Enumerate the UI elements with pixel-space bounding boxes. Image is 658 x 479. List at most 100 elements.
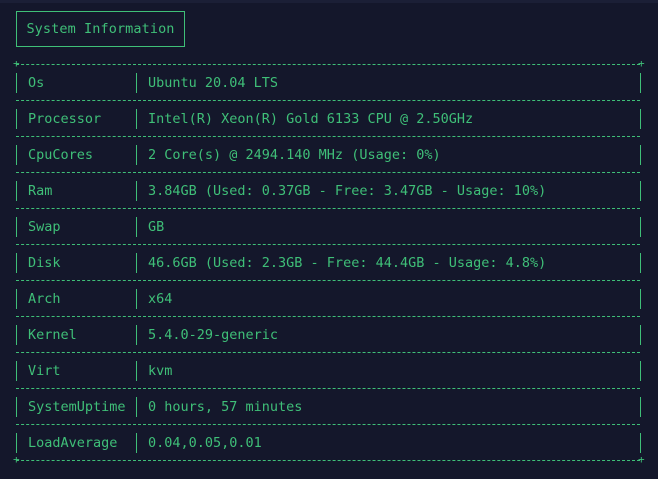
column-divider xyxy=(136,109,137,129)
top-strip xyxy=(0,0,658,3)
dash-line xyxy=(16,208,136,209)
dash-line xyxy=(16,388,136,389)
table-separator xyxy=(0,276,658,286)
table-row-arch: Arch x64 xyxy=(0,286,658,312)
column-divider xyxy=(640,397,641,417)
column-divider xyxy=(16,109,17,129)
table-row-virt: Virt kvm xyxy=(0,358,658,384)
row-label: Swap xyxy=(28,219,61,235)
table-separator xyxy=(0,348,658,358)
table-separator xyxy=(0,312,658,322)
row-label: Os xyxy=(28,75,45,91)
column-divider xyxy=(136,217,137,237)
row-value: Intel(R) Xeon(R) Gold 6133 CPU @ 2.50GHz xyxy=(148,111,474,127)
dash-line xyxy=(16,100,136,101)
row-value: 5.4.0-29-generic xyxy=(148,327,279,343)
row-label: SystemUptime xyxy=(28,399,126,415)
table-separator: + + xyxy=(0,57,658,70)
row-value: 2 Core(s) @ 2494.140 MHz (Usage: 0%) xyxy=(148,147,441,163)
row-value: Ubuntu 20.04 LTS xyxy=(148,75,279,91)
dash-line xyxy=(138,244,640,245)
dash-line xyxy=(16,280,136,281)
corner-plus: + xyxy=(638,453,645,466)
column-divider xyxy=(640,181,641,201)
column-divider xyxy=(640,253,641,273)
column-divider xyxy=(136,433,137,453)
column-divider xyxy=(136,361,137,381)
row-value: 46.6GB (Used: 2.3GB - Free: 44.4GB - Usa… xyxy=(148,255,547,271)
system-information-title: System Information xyxy=(16,11,185,47)
table-row-ram: Ram 3.84GB (Used: 0.37GB - Free: 3.47GB … xyxy=(0,178,658,204)
row-label: Disk xyxy=(28,255,61,271)
row-value: 0 hours, 57 minutes xyxy=(148,399,303,415)
row-label: CpuCores xyxy=(28,147,94,163)
row-label: Arch xyxy=(28,291,61,307)
table-separator: + + xyxy=(0,453,658,466)
table-separator xyxy=(0,168,658,178)
column-divider xyxy=(640,325,641,345)
dash-line xyxy=(16,64,136,65)
column-divider xyxy=(136,397,137,417)
dash-line xyxy=(16,316,136,317)
table-row-cpucores: CpuCores 2 Core(s) @ 2494.140 MHz (Usage… xyxy=(0,142,658,168)
dash-line xyxy=(138,352,640,353)
table-separator xyxy=(0,132,658,142)
row-value: kvm xyxy=(148,363,173,379)
table-separator xyxy=(0,240,658,250)
dash-line xyxy=(16,136,136,137)
row-label: Virt xyxy=(28,363,61,379)
system-info-table: + + Os Ubuntu 20.04 LTS Processor Intel(… xyxy=(0,57,658,466)
dash-line xyxy=(138,100,640,101)
column-divider xyxy=(16,181,17,201)
table-row-kernel: Kernel 5.4.0-29-generic xyxy=(0,322,658,348)
column-divider xyxy=(16,325,17,345)
column-divider xyxy=(640,217,641,237)
row-label: Kernel xyxy=(28,327,77,343)
row-label: LoadAverage xyxy=(28,435,118,451)
column-divider xyxy=(136,289,137,309)
dash-line xyxy=(138,172,640,173)
dash-line xyxy=(138,424,640,425)
title-label: System Information xyxy=(26,21,175,37)
dash-line xyxy=(138,136,640,137)
table-row-loadaverage: LoadAverage 0.04,0.05,0.01 xyxy=(0,430,658,456)
table-separator xyxy=(0,384,658,394)
column-divider xyxy=(16,73,17,93)
column-divider xyxy=(136,181,137,201)
column-divider xyxy=(136,145,137,165)
table-row-os: Os Ubuntu 20.04 LTS xyxy=(0,70,658,96)
dash-line xyxy=(138,460,640,461)
column-divider xyxy=(640,433,641,453)
column-divider xyxy=(136,73,137,93)
column-divider xyxy=(16,145,17,165)
table-row-processor: Processor Intel(R) Xeon(R) Gold 6133 CPU… xyxy=(0,106,658,132)
table-separator xyxy=(0,204,658,214)
table-row-disk: Disk 46.6GB (Used: 2.3GB - Free: 44.4GB … xyxy=(0,250,658,276)
row-label: Processor xyxy=(28,111,102,127)
column-divider xyxy=(16,217,17,237)
dash-line xyxy=(138,316,640,317)
dash-line xyxy=(138,208,640,209)
column-divider xyxy=(640,361,641,381)
dash-line xyxy=(138,64,640,65)
table-separator xyxy=(0,420,658,430)
row-value: 3.84GB (Used: 0.37GB - Free: 3.47GB - Us… xyxy=(148,183,547,199)
column-divider xyxy=(640,73,641,93)
row-value: GB xyxy=(148,219,165,235)
column-divider xyxy=(136,325,137,345)
dash-line xyxy=(138,280,640,281)
column-divider xyxy=(16,433,17,453)
dash-line xyxy=(16,460,136,461)
column-divider xyxy=(16,397,17,417)
dash-line xyxy=(16,172,136,173)
dash-line xyxy=(16,352,136,353)
row-value: 0.04,0.05,0.01 xyxy=(148,435,262,451)
dash-line xyxy=(138,388,640,389)
column-divider xyxy=(136,253,137,273)
table-row-swap: Swap GB xyxy=(0,214,658,240)
column-divider xyxy=(16,361,17,381)
column-divider xyxy=(16,289,17,309)
dash-line xyxy=(16,244,136,245)
column-divider xyxy=(640,145,641,165)
column-divider xyxy=(640,109,641,129)
